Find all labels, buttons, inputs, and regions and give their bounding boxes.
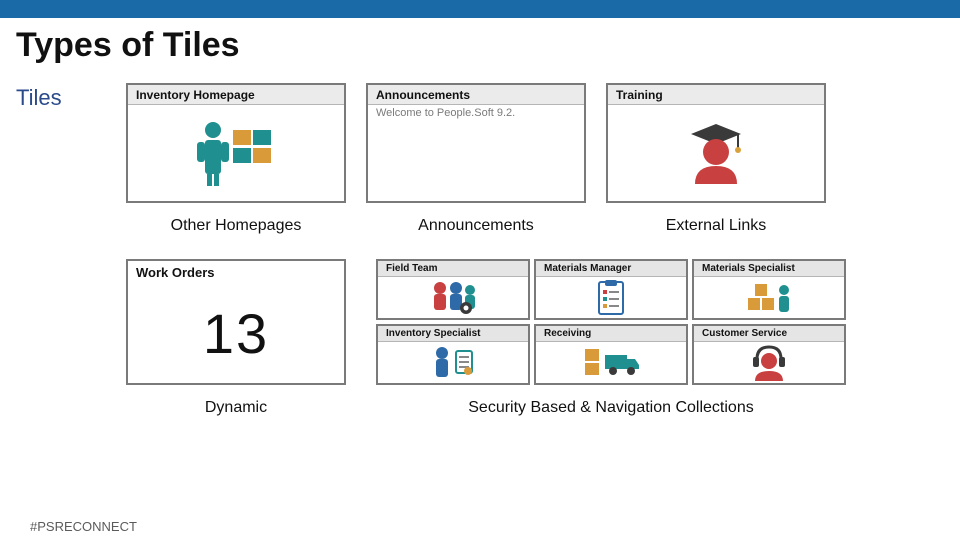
caption-other-homepages: Other Homepages — [126, 217, 346, 235]
tile-body — [694, 342, 844, 383]
tile-materials-manager[interactable]: Materials Manager — [534, 259, 688, 320]
caption-announcements: Announcements — [366, 217, 586, 235]
caption-security-nav: Security Based & Navigation Collections — [376, 399, 846, 417]
slide-title: Types of Tiles — [16, 26, 944, 65]
caption-external-links: External Links — [606, 217, 826, 235]
tile-inventory-homepage[interactable]: Inventory Homepage — [126, 83, 346, 203]
truck-box-icon — [581, 343, 641, 383]
nav-collection-grid: Field Team Materials Manager — [376, 259, 846, 385]
tile-title: Field Team — [378, 261, 528, 277]
graduate-icon — [681, 118, 751, 188]
tile-inventory-specialist[interactable]: Inventory Specialist — [376, 324, 530, 385]
tile-customer-service[interactable]: Customer Service — [692, 324, 846, 385]
tile-body — [378, 277, 528, 318]
footer-hashtag: #PSRECONNECT — [30, 519, 137, 534]
tile-work-orders[interactable]: Work Orders 13 — [126, 259, 346, 385]
tile-body — [608, 105, 824, 201]
tile-body — [128, 105, 344, 201]
tile-title: Inventory Specialist — [378, 326, 528, 342]
inventory-person-boxes-icon — [191, 118, 281, 188]
caption-dynamic: Dynamic — [126, 399, 346, 417]
top-accent-bar — [0, 0, 960, 18]
tile-receiving[interactable]: Receiving — [534, 324, 688, 385]
tile-field-team[interactable]: Field Team — [376, 259, 530, 320]
slide-body: Types of Tiles Tiles Inventory Homepage — [0, 18, 960, 417]
boxes-person-icon — [744, 278, 794, 318]
tile-title: Announcements — [368, 85, 584, 105]
tile-title: Materials Specialist — [694, 261, 844, 277]
row2-captions: Dynamic Security Based & Navigation Coll… — [126, 399, 944, 417]
row-label: Tiles — [16, 83, 116, 417]
tile-title: Work Orders — [128, 261, 344, 284]
tile-body — [536, 277, 686, 318]
tile-body: 13 — [128, 284, 344, 383]
tile-title: Training — [608, 85, 824, 105]
row1-tiles: Inventory Homepage — [126, 83, 944, 203]
clipboard-list-icon — [591, 278, 631, 318]
tile-training[interactable]: Training — [606, 83, 826, 203]
tile-subtext: Welcome to People.Soft 9.2. — [368, 105, 584, 119]
headset-person-icon — [747, 343, 791, 383]
tile-body — [694, 277, 844, 318]
row2: Work Orders 13 Field Team — [126, 259, 944, 385]
tile-announcements[interactable]: Announcements Welcome to People.Soft 9.2… — [366, 83, 586, 203]
tile-title: Inventory Homepage — [128, 85, 344, 105]
work-orders-count: 13 — [203, 301, 269, 366]
content-grid: Tiles Inventory Homepage — [16, 83, 944, 417]
tile-body — [378, 342, 528, 383]
tile-title: Materials Manager — [536, 261, 686, 277]
people-gear-icon — [426, 278, 480, 318]
tile-body — [368, 119, 584, 201]
person-clipboard-icon — [428, 343, 478, 383]
tile-body — [536, 342, 686, 383]
row1-captions: Other Homepages Announcements External L… — [126, 217, 944, 235]
tile-materials-specialist[interactable]: Materials Specialist — [692, 259, 846, 320]
tile-title: Receiving — [536, 326, 686, 342]
tile-title: Customer Service — [694, 326, 844, 342]
right-column: Inventory Homepage — [126, 83, 944, 417]
